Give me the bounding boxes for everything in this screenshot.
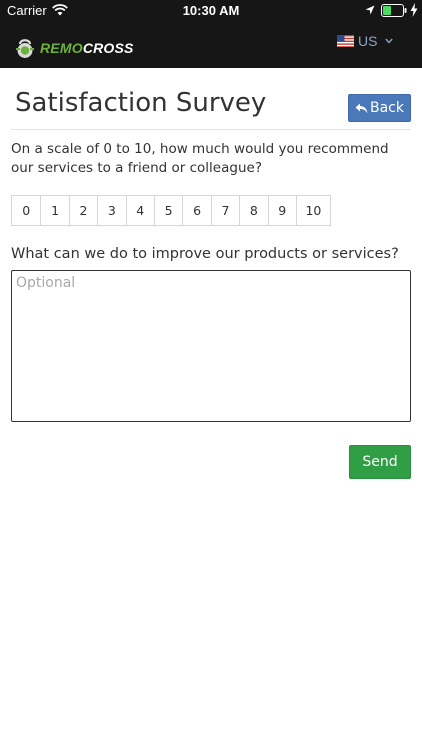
app-header: Carrier 10:30 AM REMOCROSS US bbox=[0, 0, 422, 68]
status-bar: Carrier 10:30 AM bbox=[0, 0, 422, 22]
app-logo[interactable]: REMOCROSS bbox=[14, 37, 134, 59]
rating-scale: 0 1 2 3 4 5 6 7 8 9 10 bbox=[11, 195, 331, 226]
rating-question: On a scale of 0 to 10, how much would yo… bbox=[11, 141, 389, 176]
rating-option-1[interactable]: 1 bbox=[40, 196, 69, 225]
back-button-label: Back bbox=[370, 100, 404, 116]
rating-option-8[interactable]: 8 bbox=[239, 196, 268, 225]
language-code: US bbox=[358, 33, 378, 49]
rating-option-9[interactable]: 9 bbox=[267, 196, 296, 225]
rating-option-0[interactable]: 0 bbox=[12, 196, 41, 225]
rating-option-3[interactable]: 3 bbox=[97, 196, 126, 225]
rating-option-2[interactable]: 2 bbox=[68, 196, 98, 225]
feedback-question: What can we do to improve our products o… bbox=[11, 246, 399, 262]
language-selector[interactable]: US bbox=[337, 33, 394, 49]
kettlebell-icon bbox=[16, 39, 34, 58]
rating-option-5[interactable]: 5 bbox=[153, 196, 183, 225]
battery-icon bbox=[381, 4, 407, 17]
us-flag-icon bbox=[337, 35, 354, 47]
chevron-down-icon bbox=[385, 38, 394, 44]
location-icon bbox=[365, 5, 375, 15]
rating-option-10[interactable]: 10 bbox=[295, 196, 330, 225]
page-title: Satisfaction Survey bbox=[15, 88, 267, 118]
send-button[interactable]: Send bbox=[349, 445, 411, 479]
rating-option-4[interactable]: 4 bbox=[125, 196, 154, 225]
charging-bolt-icon bbox=[410, 3, 418, 17]
rating-option-6[interactable]: 6 bbox=[182, 196, 211, 225]
back-button[interactable]: Back bbox=[348, 94, 411, 122]
logo-text: REMOCROSS bbox=[40, 40, 134, 56]
rating-option-7[interactable]: 7 bbox=[210, 196, 240, 225]
title-divider bbox=[11, 129, 411, 130]
feedback-textarea[interactable] bbox=[11, 270, 411, 422]
status-time: 10:30 AM bbox=[182, 3, 240, 18]
reply-arrow-icon bbox=[355, 103, 368, 113]
